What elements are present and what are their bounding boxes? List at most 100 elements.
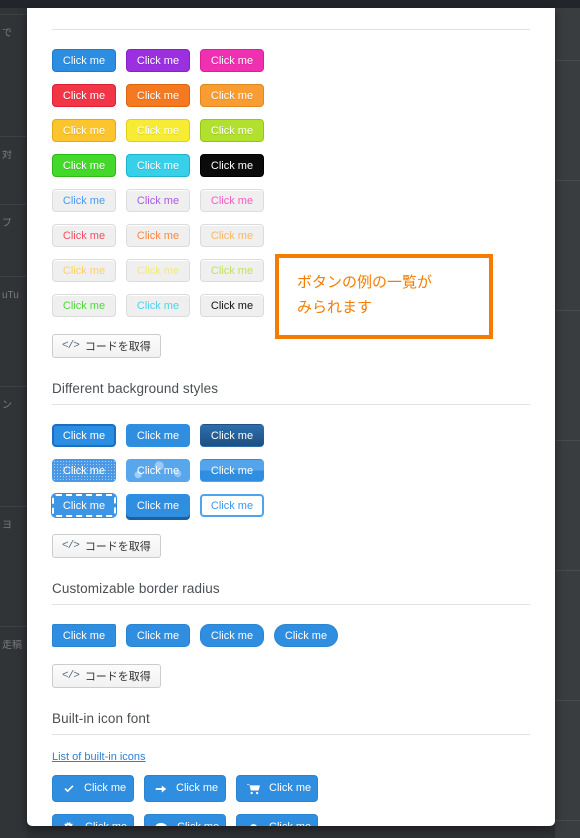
get-code-button[interactable]: </> コードを取得 <box>52 534 161 558</box>
backdrop-row-divider <box>0 14 27 15</box>
backdrop-right-divider <box>555 60 580 61</box>
section-title: Customizable border radius <box>52 581 220 596</box>
demo-button-comment[interactable]: Click me <box>144 814 226 826</box>
backdrop-row-divider <box>0 136 27 137</box>
section-divider <box>52 604 530 605</box>
backdrop-right-divider <box>555 440 580 441</box>
check-icon <box>64 784 74 792</box>
comment-icon <box>155 822 167 826</box>
demo-button[interactable]: Click me <box>200 294 264 317</box>
button-label: Click me <box>84 782 127 794</box>
code-icon: </> <box>62 540 80 552</box>
content-panel: Click me Click me Click me Click me Clic… <box>27 8 555 826</box>
demo-button[interactable]: Click me <box>200 154 264 177</box>
demo-button[interactable]: Click me <box>52 294 116 317</box>
demo-button[interactable]: Click me <box>200 49 264 72</box>
demo-button-radius[interactable]: Click me <box>126 624 190 647</box>
button-row: Click me Click me Click me <box>52 424 530 447</box>
backdrop-row-divider <box>0 276 27 277</box>
button-row: Click me Click me Click me <box>52 459 530 482</box>
demo-button-noise[interactable]: Click me <box>52 459 116 482</box>
demo-button-radius[interactable]: Click me <box>274 624 338 647</box>
demo-button[interactable]: Click me <box>200 224 264 247</box>
button-label: Click me <box>176 782 219 794</box>
demo-button-gradient[interactable]: Click me <box>200 424 264 447</box>
section-divider <box>52 734 530 735</box>
backdrop-right-divider <box>555 180 580 181</box>
demo-button-bubbles[interactable]: Click me <box>126 459 190 482</box>
demo-button[interactable]: Click me <box>200 84 264 107</box>
cloud-download-icon <box>249 823 257 826</box>
panel-inner: Click me Click me Click me Click me Clic… <box>27 29 555 826</box>
demo-button-cart[interactable]: Click me <box>236 775 318 802</box>
demo-button[interactable]: Click me <box>52 224 116 247</box>
backdrop-right-divider <box>555 820 580 821</box>
demo-button-raised[interactable]: Click me <box>126 494 190 517</box>
button-row: Click me Click me Click me Click me <box>52 624 530 647</box>
button-row: Click me Click me Click me <box>52 154 530 177</box>
backdrop-row-text: 走稿 <box>2 640 22 651</box>
top-divider <box>52 29 530 30</box>
backdrop-row-text: ブ <box>2 218 12 229</box>
demo-button-check[interactable]: Click me <box>52 775 134 802</box>
demo-button[interactable]: Click me <box>52 259 116 282</box>
demo-button[interactable]: Click me <box>200 189 264 212</box>
demo-button[interactable]: Click me <box>126 224 190 247</box>
demo-button-cloud-download[interactable]: Click me <box>236 814 318 826</box>
get-code-label: コードを取得 <box>84 671 151 683</box>
demo-button[interactable]: Click me <box>200 259 264 282</box>
demo-button[interactable]: Click me <box>52 84 116 107</box>
demo-button[interactable]: Click me <box>126 119 190 142</box>
button-label: Click me <box>177 822 219 827</box>
demo-button[interactable]: Click me <box>126 189 190 212</box>
backdrop-left-column <box>0 8 27 838</box>
backdrop-row-text: で <box>2 28 12 39</box>
demo-button-glossy[interactable]: Click me <box>200 459 264 482</box>
demo-button-cogs[interactable]: Click me <box>52 814 134 826</box>
demo-button[interactable]: Click me <box>126 259 190 282</box>
demo-button-radius[interactable]: Click me <box>200 624 264 647</box>
demo-button-bordered[interactable]: Click me <box>52 424 116 447</box>
get-code-button[interactable]: </> コードを取得 <box>52 334 161 358</box>
annotation-text: ボタンの例の一覧が みられます <box>297 273 433 316</box>
backdrop-row-divider <box>0 204 27 205</box>
demo-button-dashed[interactable]: Click me <box>51 493 117 518</box>
section-title: Different background styles <box>52 381 219 396</box>
demo-button-radius[interactable]: Click me <box>52 624 116 647</box>
demo-button[interactable]: Click me <box>126 294 190 317</box>
demo-button[interactable]: Click me <box>126 49 190 72</box>
section-icons: Built-in icon font List of built-in icon… <box>52 711 530 826</box>
button-label: Click me <box>85 822 127 827</box>
backdrop-right-divider <box>555 700 580 701</box>
button-label: Click me <box>269 822 311 827</box>
demo-button-arrow-right[interactable]: Click me <box>144 775 226 802</box>
demo-button[interactable]: Click me <box>52 119 116 142</box>
demo-button-flat[interactable]: Click me <box>126 424 190 447</box>
demo-button[interactable]: Click me <box>52 49 116 72</box>
section-backgrounds: Different background styles Click me Cli… <box>51 381 530 558</box>
backdrop-right-divider <box>555 570 580 571</box>
backdrop-row-text: uTu <box>2 290 19 301</box>
backdrop-row-divider <box>0 386 27 387</box>
demo-button[interactable]: Click me <box>52 154 116 177</box>
demo-button[interactable]: Click me <box>52 189 116 212</box>
button-row: Click me Click me Click me <box>52 84 530 107</box>
backdrop-row-text: 対 <box>2 150 12 161</box>
backdrop-right-column <box>555 8 580 838</box>
backdrop-right-divider <box>555 310 580 311</box>
backdrop-row-divider <box>0 506 27 507</box>
demo-button[interactable]: Click me <box>126 154 190 177</box>
backdrop-row-text: ン <box>2 400 12 411</box>
list-of-icons-link[interactable]: List of built-in icons <box>52 751 146 763</box>
get-code-button[interactable]: </> コードを取得 <box>52 664 161 688</box>
get-code-label: コードを取得 <box>84 541 151 553</box>
annotation-callout: ボタンの例の一覧が みられます <box>275 254 493 339</box>
demo-button[interactable]: Click me <box>126 84 190 107</box>
backdrop-top-band <box>0 0 580 8</box>
section-title: Built-in icon font <box>52 711 150 726</box>
button-row: Click me Click me Click me <box>52 814 530 826</box>
demo-button[interactable]: Click me <box>200 119 264 142</box>
section-radius: Customizable border radius Click me Clic… <box>52 581 530 688</box>
arrow-right-icon <box>155 785 167 792</box>
demo-button-outline[interactable]: Click me <box>200 494 264 517</box>
